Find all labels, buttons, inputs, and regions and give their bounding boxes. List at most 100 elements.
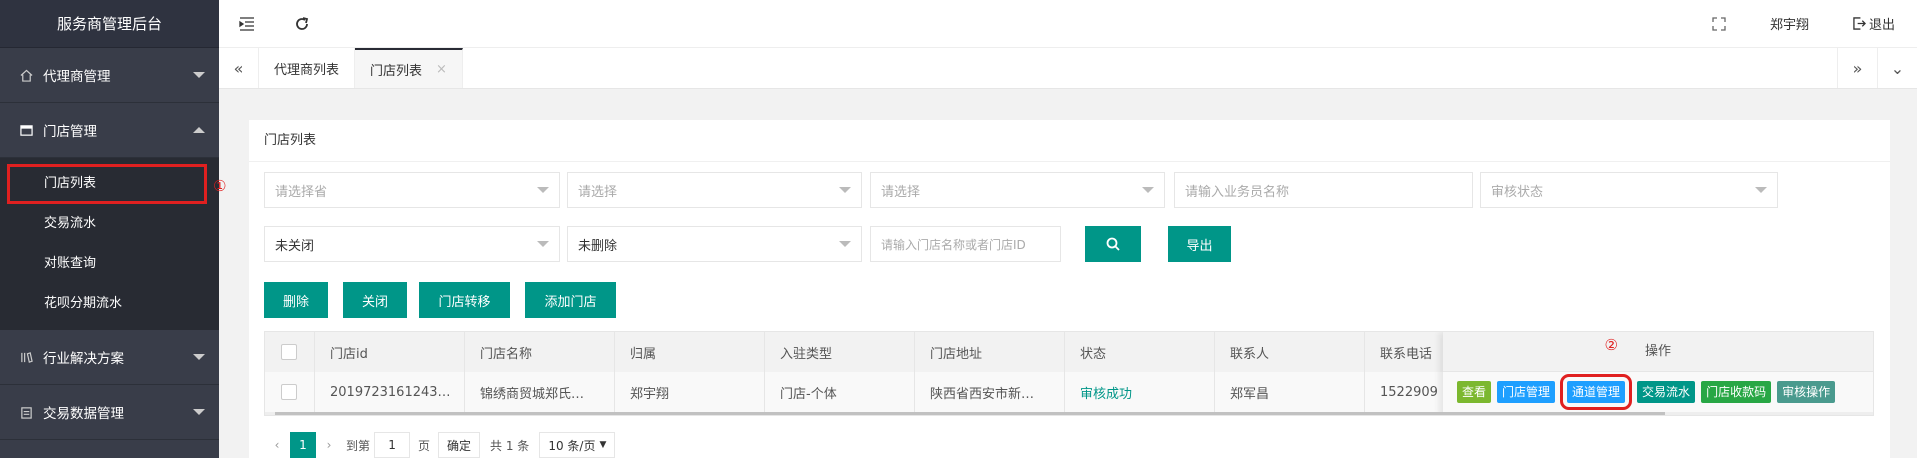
prev-page-button[interactable]: ‹ [264, 432, 290, 458]
horizontal-scrollbar[interactable] [265, 412, 1873, 415]
sidebar-group-agent[interactable]: 代理商管理 [0, 48, 219, 103]
sidebar-item-transactions[interactable]: 交易流水 [0, 204, 219, 244]
store-list-panel: 门店列表 请选择省 请选择 请选择 请输入业务员名称 审核状态 未关闭 未删除 … [249, 120, 1890, 458]
city-select[interactable]: 请选择 [567, 172, 862, 208]
store-search-placeholder: 请输入门店名称或者门店ID [881, 237, 1026, 252]
store-search-input[interactable]: 请输入门店名称或者门店ID [870, 226, 1061, 262]
channel-manage-button[interactable]: 通道管理 [1560, 374, 1633, 410]
tab-bar: « 代理商列表 门店列表 × » ⌄ [219, 48, 1917, 89]
page-1-button[interactable]: 1 [290, 432, 316, 458]
salesman-input[interactable]: 请输入业务员名称 [1174, 172, 1473, 208]
fullscreen-button[interactable] [1690, 0, 1748, 48]
province-select-value: 请选择省 [275, 184, 328, 200]
district-select[interactable]: 请选择 [870, 172, 1165, 208]
sidebar-item-installments[interactable]: 花呗分期流水 [0, 284, 219, 324]
tab-label: 代理商列表 [274, 62, 340, 78]
tabs-scroll-right-button[interactable]: » [1837, 48, 1877, 88]
page-number-input[interactable]: 1 [374, 432, 411, 458]
sidebar-group-label: 代理商管理 [43, 69, 111, 85]
cell-owner: 郑宇翔 [615, 372, 765, 412]
sidebar-group-store[interactable]: 门店管理 [0, 103, 219, 158]
cell-store-id: 2019723161243… [315, 372, 465, 412]
store-submenu: 门店列表 交易流水 对账查询 花呗分期流水 [0, 158, 219, 330]
panel-title: 门店列表 [249, 120, 1890, 162]
cell-address: 陕西省西安市新… [915, 372, 1065, 412]
close-store-button[interactable]: 关闭 [343, 282, 407, 318]
search-button[interactable] [1085, 226, 1141, 262]
column-header: 状态 [1065, 332, 1215, 372]
logout-button[interactable]: 退出 [1831, 0, 1917, 48]
export-button[interactable]: 导出 [1168, 226, 1231, 262]
chevron-down-icon [1755, 187, 1767, 193]
audit-status-value: 审核状态 [1491, 184, 1544, 200]
chevron-down-icon [839, 241, 851, 247]
clipboard-icon [21, 406, 32, 419]
chevron-down-icon [193, 354, 205, 360]
store-manage-button[interactable]: 门店管理 [1497, 381, 1556, 403]
sidebar-group-label: 行业解决方案 [43, 351, 124, 367]
district-select-value: 请选择 [881, 184, 921, 200]
column-header: 门店名称 [465, 332, 615, 372]
page-unit-label: 页 [418, 438, 431, 453]
select-all-checkbox[interactable] [281, 344, 297, 360]
operations-fixed-column: 操作 查看 门店管理 通道管理 交易流水 门店收款码 审核操作 ② [1443, 332, 1873, 415]
chevron-down-icon [193, 409, 205, 415]
goto-confirm-button[interactable]: 确定 [438, 432, 481, 458]
cell-status: 审核成功 [1065, 372, 1215, 412]
add-store-button[interactable]: 添加门店 [525, 282, 616, 318]
tabs-menu-button[interactable]: ⌄ [1877, 48, 1917, 88]
page-size-value: 10 条/页 [548, 438, 596, 453]
close-icon[interactable]: × [436, 62, 447, 77]
closed-status-select[interactable]: 未关闭 [264, 226, 560, 262]
column-header: 门店id [315, 332, 465, 372]
header-checkbox-cell [265, 332, 315, 372]
refresh-button[interactable] [274, 0, 329, 48]
double-chevron-right-icon: » [1852, 58, 1863, 78]
deleted-status-select[interactable]: 未删除 [567, 226, 862, 262]
transfer-store-button[interactable]: 门店转移 [419, 282, 510, 318]
row-checkbox[interactable] [281, 384, 297, 400]
chevron-down-icon [1142, 187, 1154, 193]
annotation-marker-2: ② [1604, 336, 1618, 354]
province-select[interactable]: 请选择省 [264, 172, 560, 208]
salesman-input-placeholder: 请输入业务员名称 [1185, 184, 1290, 200]
chevron-down-icon [537, 241, 549, 247]
audit-status-select[interactable]: 审核状态 [1480, 172, 1778, 208]
column-header: 归属 [615, 332, 765, 372]
next-page-button[interactable]: › [316, 432, 342, 458]
refresh-icon [295, 16, 308, 30]
transactions-button[interactable]: 交易流水 [1637, 381, 1696, 403]
chevron-left-icon: ‹ [274, 438, 280, 452]
indent-icon [238, 16, 254, 31]
top-header: 郑宇翔 退出 [219, 0, 1917, 48]
tabs-scroll-left-button[interactable]: « [219, 48, 259, 88]
column-header: 入驻类型 [765, 332, 915, 372]
column-header: 门店地址 [915, 332, 1065, 372]
scrollbar-thumb[interactable] [275, 412, 1665, 415]
fullscreen-icon [1712, 16, 1726, 31]
menu-toggle-button[interactable] [219, 0, 274, 48]
annotation-marker-1: ① [213, 177, 227, 195]
sidebar-group-industry[interactable]: 行业解决方案 [0, 330, 219, 385]
delete-button[interactable]: 删除 [264, 282, 328, 318]
chevron-up-icon [193, 127, 205, 133]
app-title: 服务商管理后台 [0, 0, 219, 48]
chevron-down-icon: ⌄ [1890, 58, 1905, 78]
user-name[interactable]: 郑宇翔 [1748, 0, 1831, 48]
closed-status-value: 未关闭 [275, 238, 315, 254]
sidebar-group-trade-data[interactable]: 交易数据管理 [0, 385, 219, 440]
view-button[interactable]: 查看 [1457, 381, 1492, 403]
cell-store-name: 锦绣商贸城郑氏… [465, 372, 615, 412]
column-header: 联系人 [1215, 332, 1365, 372]
audit-button[interactable]: 审核操作 [1777, 381, 1836, 403]
row-checkbox-cell [265, 372, 315, 412]
caret-down-icon: ▼ [599, 440, 607, 450]
tab-agent-list[interactable]: 代理商列表 [259, 48, 356, 88]
goto-label: 到第 [346, 438, 371, 453]
sidebar-item-store-list[interactable]: 门店列表 [7, 164, 207, 204]
page-size-select[interactable]: 10 条/页 ▼ [539, 432, 616, 458]
window-icon [20, 124, 33, 136]
payment-qr-button[interactable]: 门店收款码 [1701, 381, 1772, 403]
tab-store-list[interactable]: 门店列表 × [355, 48, 463, 88]
sidebar-item-reconciliation[interactable]: 对账查询 [0, 244, 219, 284]
